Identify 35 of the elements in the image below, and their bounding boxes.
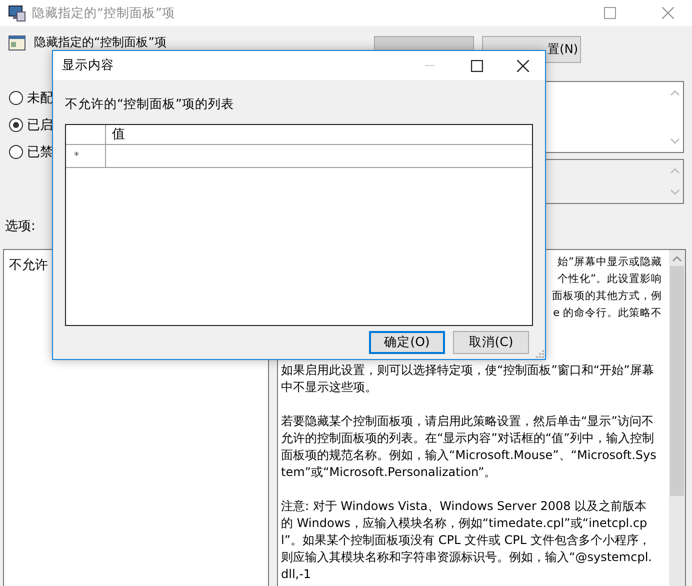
radio-button[interactable]	[9, 91, 23, 105]
help-text-line: 个性化”。此设置影响	[558, 273, 662, 285]
close-icon[interactable]	[517, 60, 529, 72]
radio-button[interactable]	[9, 145, 23, 159]
maximize-icon[interactable]	[471, 60, 483, 72]
minimize-icon[interactable]	[425, 64, 435, 66]
help-text-line: 始”屏幕中显示或隐藏	[558, 256, 662, 268]
control-panel-icon	[8, 4, 26, 22]
scroll-down-icon[interactable]	[670, 138, 680, 144]
row-header: *	[66, 145, 106, 167]
help-text-line: e 的命令行。此策略不	[553, 307, 662, 319]
radio-label: 已禁	[27, 144, 53, 161]
radio-label: 未配	[27, 90, 53, 107]
help-paragraph: 若要隐藏某个控制面板项，请启用此策略设置，然后单击“显示”访问不允许的控制面板项的列表。在“显示内容”对话框的“值”列中，输入控制面板项的规范名称。例如，输入“Microsoft.Mouse”、“Microsoft.System”或“Microsoft.Personalization”。	[281, 413, 657, 481]
radio-button[interactable]	[9, 118, 23, 132]
options-label: 选项:	[5, 218, 36, 235]
cancel-button[interactable]: 取消(C)	[453, 331, 529, 354]
help-paragraph: 注意: 对于 Windows Vista、Windows Server 2008 以及之前版本的 Windows，应输入模块名称，例如“timedate.cpl”或“inetcpl.cpl”。如果某个控制面板项没有 CPL 文件或 CPL 文件包含多个小程序，则应输入其模块名称和字符串资源标识号。例如，输入“@systemcpl.dll,-1	[281, 498, 653, 583]
scroll-down-icon[interactable]	[670, 189, 680, 195]
window-title: 隐藏指定的“控制面板”项	[32, 4, 175, 22]
policy-heading: 隐藏指定的“控制面板”项	[34, 36, 166, 49]
scrollbar[interactable]	[669, 250, 685, 586]
list-label: 不允许的“控制面板”项的列表	[65, 96, 235, 113]
help-paragraph: 如果启用此设置，则可以选择特定项，使“控制面板”窗口和“开始”屏幕中不显示这些项。	[281, 362, 655, 396]
scroll-up-icon[interactable]	[672, 256, 682, 262]
policy-icon	[8, 34, 26, 52]
radio-label: 已启	[27, 117, 53, 134]
column-header[interactable]: 值	[106, 125, 532, 144]
resize-grip-icon[interactable]	[536, 350, 544, 358]
scroll-up-icon[interactable]	[670, 168, 680, 174]
ok-button[interactable]: 确定(O)	[369, 331, 445, 354]
scroll-up-icon[interactable]	[670, 90, 680, 96]
help-text-line: 面板项的其他方式，例	[552, 290, 662, 302]
option-text: 不允许	[9, 258, 48, 273]
dialog-title: 显示内容	[62, 57, 114, 74]
